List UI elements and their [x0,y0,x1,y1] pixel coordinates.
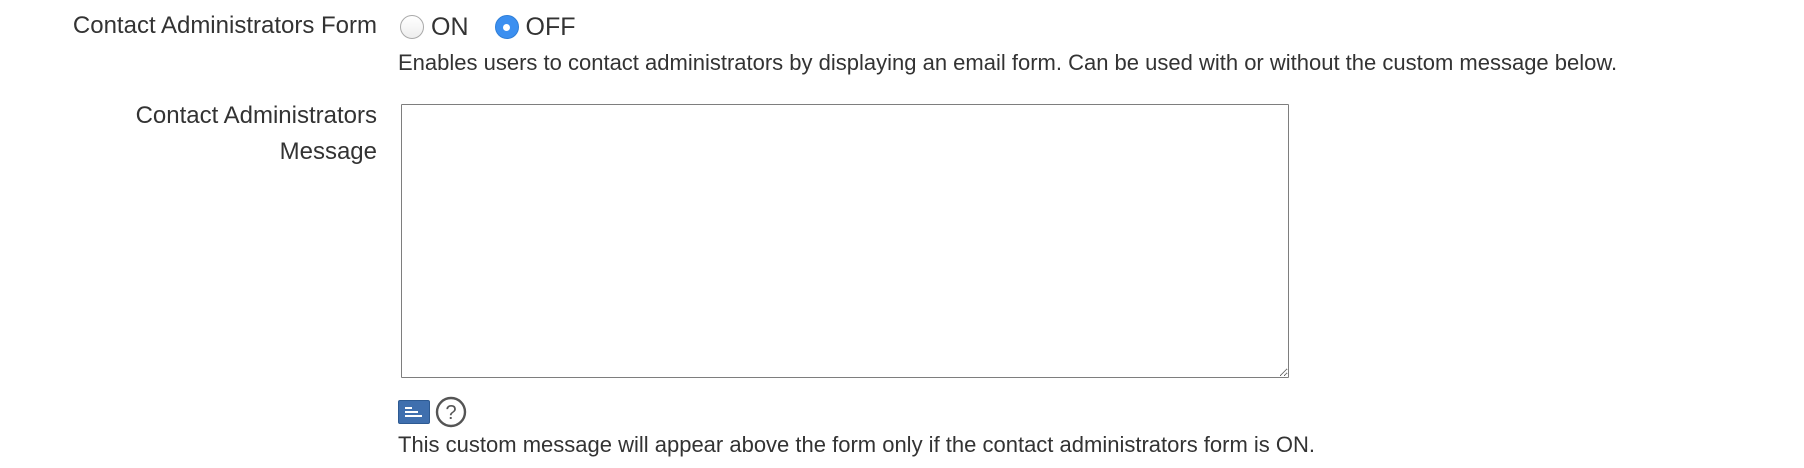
contact-form-radio-group: ON OFF [400,14,602,40]
radio-option-off[interactable]: OFF [494,14,576,40]
contact-message-label: Contact Administrators Message [117,98,377,170]
radio-option-on[interactable]: ON [400,14,469,40]
contact-message-label-line2: Message [279,138,377,165]
svg-text:?: ? [445,402,456,424]
radio-on-label[interactable]: ON [431,14,469,40]
rich-text-editor-icon[interactable] [398,400,430,424]
contact-form-help-text: Enables users to contact administrators … [398,50,1618,75]
radio-off-label[interactable]: OFF [526,14,576,40]
message-toolbar: ? [398,396,467,428]
contact-message-help-text: This custom message will appear above th… [398,432,1316,457]
contact-form-setting-row: Contact Administrators Form ON OFF Enabl… [0,8,1804,88]
contact-form-label: Contact Administrators Form [72,12,377,39]
contact-message-textarea[interactable] [401,104,1289,378]
radio-on-button[interactable] [400,15,424,39]
radio-off-button[interactable] [494,15,519,39]
contact-message-label-line1: Contact Administrators [135,102,377,129]
question-mark-icon[interactable]: ? [435,396,467,428]
contact-message-setting-row: Contact Administrators Message ? This cu… [0,100,1804,468]
